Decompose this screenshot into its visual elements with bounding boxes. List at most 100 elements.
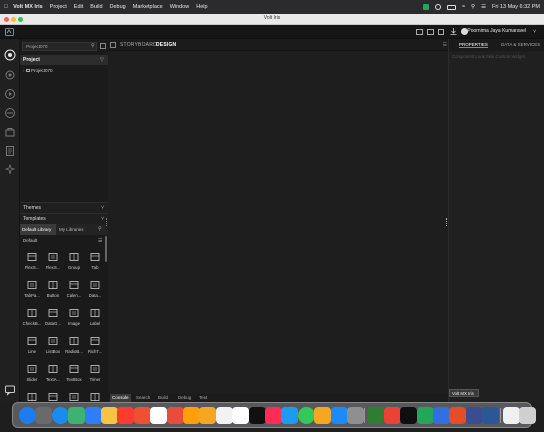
widget-item[interactable]: TextA... bbox=[43, 361, 63, 389]
document-icon[interactable] bbox=[4, 145, 16, 157]
themes-section[interactable]: Themes ˅ bbox=[20, 202, 108, 213]
dock-app-icon[interactable] bbox=[383, 407, 401, 424]
properties-subtabs[interactable]: Component Look Skin Custom Widget bbox=[452, 54, 525, 59]
widget-item[interactable] bbox=[85, 389, 105, 402]
apple-icon[interactable]:  bbox=[4, 4, 8, 10]
record-icon[interactable] bbox=[435, 4, 441, 10]
dock-app-icon[interactable] bbox=[133, 407, 151, 424]
widget-item[interactable]: TextBox bbox=[64, 361, 84, 389]
wifi-icon[interactable]: ≈ bbox=[462, 4, 465, 10]
widget-item[interactable]: Timer bbox=[85, 361, 105, 389]
tab-test[interactable]: Test bbox=[199, 395, 207, 400]
widget-item[interactable]: Image bbox=[64, 305, 84, 333]
widget-item[interactable] bbox=[64, 389, 84, 402]
dock-app-icon[interactable] bbox=[449, 407, 467, 424]
tab-my-libraries[interactable]: My Libraries bbox=[57, 224, 91, 235]
layout-panel-icon[interactable] bbox=[427, 29, 434, 35]
dock-app-icon[interactable] bbox=[330, 407, 348, 424]
chat-icon[interactable] bbox=[4, 384, 16, 396]
widget-item[interactable]: DataG... bbox=[43, 305, 63, 333]
tab-data-services[interactable]: DATA & SERVICES bbox=[501, 42, 540, 47]
menu-project[interactable]: Project bbox=[50, 4, 67, 10]
widget-item[interactable]: TabPa... bbox=[22, 277, 42, 305]
dock-app-icon[interactable] bbox=[68, 407, 86, 424]
menu-marketplace[interactable]: Marketplace bbox=[133, 4, 163, 10]
chevron-down-icon[interactable]: ˅ bbox=[533, 29, 536, 35]
dock-app-icon[interactable] bbox=[248, 407, 266, 424]
dock-app-icon[interactable] bbox=[482, 407, 500, 424]
project-tree-item[interactable]: › Project070 bbox=[23, 68, 53, 73]
tab-console[interactable]: Console bbox=[110, 394, 131, 402]
project-search-input[interactable]: Project070 bbox=[22, 42, 97, 51]
filter-icon[interactable]: ▽ bbox=[100, 57, 104, 63]
dock-app-icon[interactable] bbox=[150, 407, 168, 424]
widget-item[interactable] bbox=[22, 389, 42, 402]
dock-app-icon[interactable] bbox=[215, 407, 233, 424]
dock-app-icon[interactable] bbox=[433, 407, 450, 424]
dock-app-icon[interactable] bbox=[281, 407, 299, 424]
dock-app-icon[interactable] bbox=[519, 407, 536, 424]
play-icon[interactable] bbox=[4, 88, 16, 100]
plugins-icon[interactable] bbox=[4, 164, 16, 176]
dock-app-icon[interactable] bbox=[166, 407, 184, 424]
volt-logo-icon[interactable] bbox=[5, 28, 14, 36]
tab-properties[interactable]: PROPERTIES bbox=[459, 42, 488, 48]
menu-help[interactable]: Help bbox=[196, 4, 207, 10]
layout-right-icon[interactable] bbox=[438, 29, 444, 35]
menu-build[interactable]: Build bbox=[90, 4, 102, 10]
widget-item[interactable]: CheckB... bbox=[22, 305, 42, 333]
dock-app-icon[interactable] bbox=[465, 407, 483, 424]
dock-app-icon[interactable] bbox=[400, 407, 418, 424]
dock-app-icon[interactable] bbox=[265, 407, 282, 424]
search-icon[interactable]: ⚲ bbox=[471, 4, 475, 10]
widget-item[interactable]: Data... bbox=[85, 277, 105, 305]
services-icon[interactable] bbox=[4, 107, 16, 119]
menu-app-name[interactable]: Volt MX Iris bbox=[13, 4, 43, 10]
widget-item[interactable]: Calen... bbox=[64, 277, 84, 305]
tab-debug[interactable]: Debug bbox=[178, 395, 191, 400]
menu-debug[interactable]: Debug bbox=[110, 4, 126, 10]
widget-item[interactable] bbox=[43, 389, 63, 402]
dock-app-icon[interactable] bbox=[84, 407, 102, 424]
widget-item[interactable]: Tab bbox=[85, 249, 105, 277]
control-center-icon[interactable]: ☰ bbox=[481, 4, 486, 10]
dock-app-icon[interactable] bbox=[232, 407, 250, 424]
layout-split-icon[interactable] bbox=[416, 29, 423, 35]
dock-app-icon[interactable] bbox=[101, 407, 118, 424]
widget-item[interactable]: FlexS... bbox=[22, 249, 42, 277]
dock-app-icon[interactable] bbox=[117, 407, 135, 424]
user-name[interactable]: Poornima Jaya Kumaravel bbox=[467, 28, 526, 34]
widget-item[interactable]: Group bbox=[64, 249, 84, 277]
widget-item[interactable]: Line bbox=[22, 333, 42, 361]
tab-design[interactable]: DESIGN bbox=[156, 42, 176, 48]
status-app-icon[interactable] bbox=[423, 4, 429, 10]
dock-app-icon[interactable] bbox=[51, 407, 69, 424]
dock-app-icon[interactable] bbox=[347, 407, 364, 424]
dock-app-icon[interactable] bbox=[314, 407, 332, 424]
marketplace-icon[interactable] bbox=[4, 126, 16, 138]
dock-app-icon[interactable] bbox=[367, 407, 385, 424]
widget-item[interactable]: RadioB... bbox=[64, 333, 84, 361]
search-icon[interactable]: ⚲ bbox=[91, 43, 95, 49]
dock-app-icon[interactable] bbox=[19, 407, 36, 424]
settings-icon[interactable] bbox=[4, 69, 16, 81]
dock-app-icon[interactable] bbox=[35, 407, 53, 424]
tab-search[interactable]: Search bbox=[136, 395, 150, 400]
dock-app-icon[interactable] bbox=[199, 407, 217, 424]
menu-icon[interactable]: ☰ bbox=[443, 42, 447, 48]
widget-item[interactable]: FlexS... bbox=[43, 249, 63, 277]
widget-item[interactable]: RichT... bbox=[85, 333, 105, 361]
list-view-icon[interactable]: ☰ bbox=[98, 238, 102, 244]
widget-item[interactable]: Button bbox=[43, 277, 63, 305]
resize-handle-left[interactable] bbox=[106, 218, 108, 226]
templates-section[interactable]: Templates ˅ bbox=[20, 213, 108, 224]
panel-toggle-icon[interactable] bbox=[110, 42, 116, 48]
dock-app-icon[interactable] bbox=[297, 407, 315, 424]
dock-app-icon[interactable] bbox=[502, 407, 520, 424]
menu-edit[interactable]: Edit bbox=[74, 4, 83, 10]
library-scrollbar[interactable] bbox=[105, 236, 107, 262]
dock-app-icon[interactable] bbox=[183, 407, 200, 424]
tab-storyboard[interactable]: STORYBOARD bbox=[120, 42, 157, 48]
project-explorer-icon[interactable] bbox=[4, 49, 16, 61]
design-canvas[interactable] bbox=[108, 51, 448, 394]
